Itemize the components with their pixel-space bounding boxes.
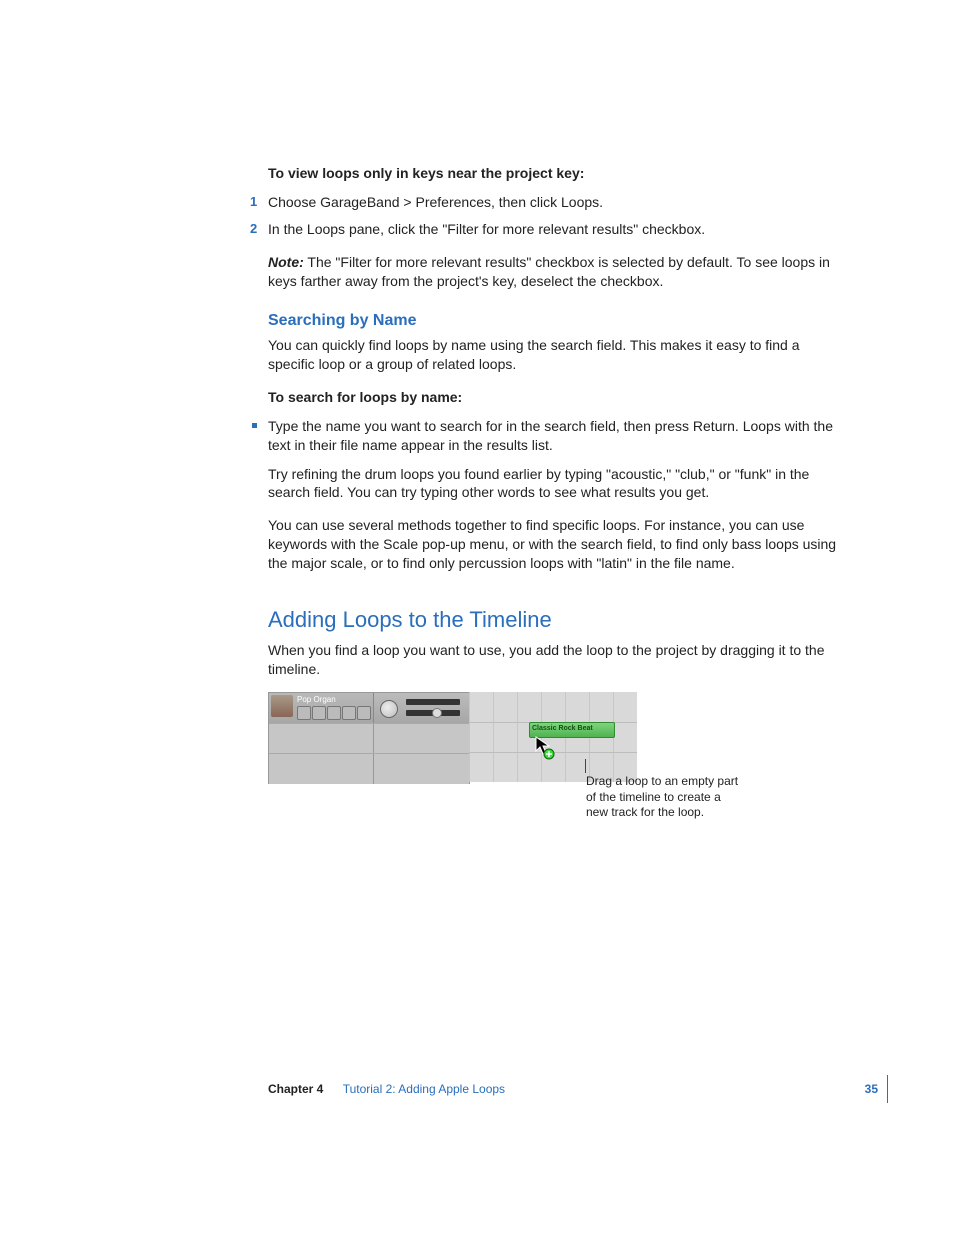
step-number: 1 bbox=[250, 193, 257, 211]
volume-slider-thumb[interactable] bbox=[432, 708, 442, 718]
lock-button[interactable] bbox=[342, 706, 356, 720]
track-mixer bbox=[373, 693, 470, 723]
bullet-text: Type the name you want to search for in … bbox=[268, 418, 833, 453]
note-label: Note: bbox=[268, 254, 304, 270]
subheading-view-loops: To view loops only in keys near the proj… bbox=[268, 164, 846, 183]
bullet-item: Type the name you want to search for in … bbox=[268, 417, 846, 455]
step-1: 1Choose GarageBand > Preferences, then c… bbox=[268, 193, 846, 212]
empty-track-header bbox=[269, 723, 469, 754]
tutorial-label: Tutorial 2: Adding Apple Loops bbox=[343, 1082, 505, 1096]
searching-intro: You can quickly find loops by name using… bbox=[268, 336, 846, 374]
record-enable-button[interactable] bbox=[297, 706, 311, 720]
subheading-search-loops: To search for loops by name: bbox=[268, 388, 846, 407]
timeline-area[interactable]: Classic Rock Beat bbox=[469, 692, 637, 782]
solo-button[interactable] bbox=[327, 706, 341, 720]
mute-button[interactable] bbox=[312, 706, 326, 720]
footer-rule bbox=[887, 1075, 888, 1103]
track-buttons bbox=[297, 706, 371, 720]
callout-leader-line bbox=[585, 759, 586, 773]
figure-callout: Drag a loop to an empty part of the time… bbox=[586, 774, 746, 821]
heading-searching-by-name: Searching by Name bbox=[268, 310, 846, 332]
disclosure-button[interactable] bbox=[357, 706, 371, 720]
bulleted-steps: Type the name you want to search for in … bbox=[268, 417, 846, 455]
drag-cursor-icon bbox=[535, 736, 555, 760]
timeline-row bbox=[469, 692, 637, 723]
step-text: In the Loops pane, click the "Filter for… bbox=[268, 221, 705, 237]
step-number: 2 bbox=[250, 220, 257, 238]
track-name-label: Pop Organ bbox=[297, 695, 336, 706]
paragraph: Try refining the drum loops you found ea… bbox=[268, 465, 846, 503]
track-header: Pop Organ bbox=[269, 693, 469, 724]
step-text: Choose GarageBand > Preferences, then cl… bbox=[268, 194, 603, 210]
timeline-figure: Pop Organ bbox=[268, 692, 638, 792]
note-paragraph: Note: The "Filter for more relevant resu… bbox=[268, 253, 846, 291]
paragraph: You can use several methods together to … bbox=[268, 516, 846, 573]
numbered-steps: 1Choose GarageBand > Preferences, then c… bbox=[268, 193, 846, 239]
track-header-area: Pop Organ bbox=[268, 692, 470, 784]
pan-knob[interactable] bbox=[380, 700, 398, 718]
level-meter bbox=[406, 699, 460, 705]
empty-track-header bbox=[269, 753, 469, 784]
chapter-label: Chapter 4 bbox=[268, 1082, 323, 1096]
step-2: 2In the Loops pane, click the "Filter fo… bbox=[268, 220, 846, 239]
square-bullet-icon bbox=[252, 423, 257, 428]
adding-intro: When you find a loop you want to use, yo… bbox=[268, 641, 846, 679]
note-body: The "Filter for more relevant results" c… bbox=[268, 254, 830, 289]
page-footer: Chapter 4 Tutorial 2: Adding Apple Loops… bbox=[268, 1081, 888, 1097]
page-number: 35 bbox=[865, 1081, 878, 1097]
instrument-icon bbox=[271, 695, 293, 717]
heading-adding-loops: Adding Loops to the Timeline bbox=[268, 605, 846, 635]
